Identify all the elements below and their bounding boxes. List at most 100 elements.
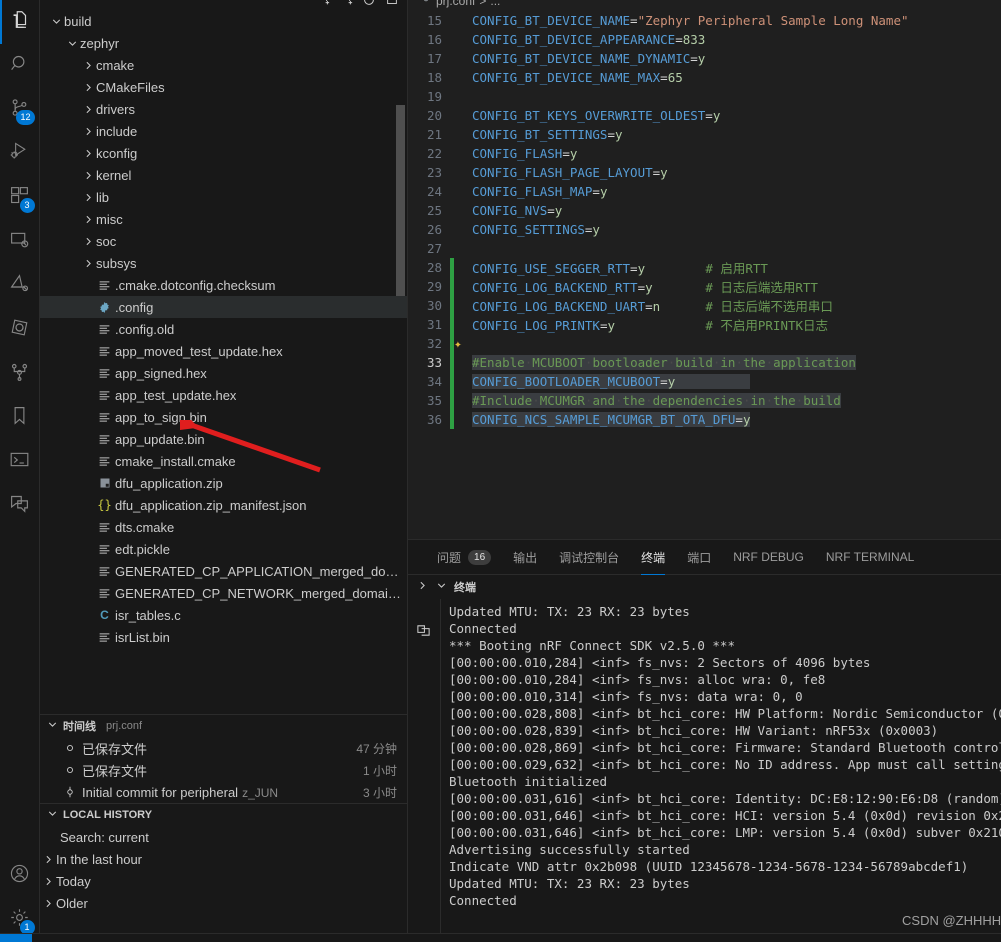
chevron-right-icon[interactable] (80, 169, 96, 182)
code-line[interactable]: 28 CONFIG_USE_SEGGER_RTT=y # 启用RTT (408, 258, 1001, 277)
activity-item-bookmarks[interactable] (0, 396, 40, 440)
status-bar[interactable] (0, 933, 1001, 942)
code-line[interactable]: 18 CONFIG_BT_DEVICE_NAME_MAX=65 (408, 68, 1001, 87)
local-history-header[interactable]: LOCAL HISTORY (40, 804, 407, 826)
code-line[interactable]: 25 CONFIG_NVS=y (408, 201, 1001, 220)
activity-item-extensions[interactable]: 3 (0, 176, 40, 220)
code-line[interactable]: 22 CONFIG_FLASH=y (408, 144, 1001, 163)
activity-item-source-control[interactable]: 12 (0, 88, 40, 132)
tree-folder-row[interactable]: kconfig (40, 142, 407, 164)
tree-file-row[interactable]: GENERATED_CP_APPLICATION_merged_domains.… (40, 560, 407, 582)
code-line[interactable]: 21 CONFIG_BT_SETTINGS=y (408, 125, 1001, 144)
timeline-row[interactable]: 已保存文件 1 小时 (40, 759, 407, 781)
activity-item-run-and-debug[interactable] (0, 132, 40, 176)
panel-tab[interactable]: 问题 16 (426, 540, 502, 575)
panel-tab[interactable]: 端口 (676, 540, 722, 575)
copilot-sparkle-icon[interactable]: ✦ (454, 337, 462, 352)
tree-file-row[interactable]: .config (40, 296, 407, 318)
chevron-right-icon[interactable] (80, 125, 96, 138)
chevron-right-icon[interactable] (80, 147, 96, 160)
tree-file-row[interactable]: {} dfu_application.zip_manifest.json (40, 494, 407, 516)
refresh-icon[interactable] (362, 0, 376, 10)
tree-file-row[interactable]: .cmake.dotconfig.checksum (40, 274, 407, 296)
activity-item-search[interactable] (0, 44, 40, 88)
tree-file-row[interactable]: dfu_application.zip (40, 472, 407, 494)
tree-file-row[interactable]: app_update.bin (40, 428, 407, 450)
collapse-all-icon[interactable] (385, 0, 399, 10)
tree-file-row[interactable]: GENERATED_CP_NETWORK_merged_domains.hex (40, 582, 407, 604)
code-line[interactable]: 26 CONFIG_SETTINGS=y (408, 220, 1001, 239)
tree-folder-row[interactable]: include (40, 120, 407, 142)
new-folder-icon[interactable] (339, 0, 353, 10)
chevron-down-icon[interactable] (64, 37, 80, 50)
code-line[interactable]: 31 CONFIG_LOG_PRINTK=y # 不启用PRINTK日志 (408, 315, 1001, 334)
code-line[interactable]: 35 #Include·MCUMGR·and·the·dependencies·i… (408, 391, 1001, 410)
activity-item-explorer[interactable] (0, 0, 40, 44)
code-line[interactable]: 16 CONFIG_BT_DEVICE_APPEARANCE=833 (408, 30, 1001, 49)
chevron-right-icon[interactable] (80, 213, 96, 226)
chevron-right-icon[interactable] (40, 875, 56, 888)
tree-file-row[interactable]: Cisr_tables.c (40, 604, 407, 626)
new-file-icon[interactable] (316, 0, 330, 10)
tree-file-row[interactable]: .config.old (40, 318, 407, 340)
split-terminal-icon[interactable] (416, 623, 431, 643)
activity-item-nrf-connect[interactable] (0, 264, 40, 308)
terminal-section-header[interactable]: 终端 (408, 575, 1001, 599)
chevron-right-icon[interactable] (80, 81, 96, 94)
tree-file-row[interactable]: app_moved_test_update.hex (40, 340, 407, 362)
panel-tab-bar[interactable]: 问题 16 输出 调试控制台 终端 端口 NRF DEBUG NRF TERMINAL (408, 540, 1001, 575)
panel-tab[interactable]: 调试控制台 (548, 540, 630, 575)
code-editor[interactable]: 15 CONFIG_BT_DEVICE_NAME="Zephyr Peripher… (408, 9, 1001, 539)
chevron-right-icon[interactable] (80, 59, 96, 72)
chevron-right-icon[interactable] (80, 191, 96, 204)
chevron-down-icon[interactable] (48, 15, 64, 28)
code-line[interactable]: 33 #Enable·MCUBOOT·bootloader·build·in·th… (408, 353, 1001, 372)
panel-tab[interactable]: NRF TERMINAL (815, 540, 925, 575)
code-line[interactable]: 27 (408, 239, 1001, 258)
tree-folder-row[interactable]: zephyr (40, 32, 407, 54)
code-line[interactable]: 19 (408, 87, 1001, 106)
timeline-header[interactable]: 时间线 prj.conf (40, 715, 407, 737)
tree-file-row[interactable]: dts.cmake (40, 516, 407, 538)
breadcrumb-file[interactable]: prj.conf (436, 0, 475, 8)
terminal-body[interactable]: Updated MTU: TX: 23 RX: 23 bytes Connecte… (408, 599, 1001, 942)
tree-folder-row[interactable]: drivers (40, 98, 407, 120)
remote-indicator[interactable] (0, 934, 32, 942)
activity-item-devicetree[interactable] (0, 352, 40, 396)
tree-folder-row[interactable]: soc (40, 230, 407, 252)
code-line[interactable]: 32 ✦ (408, 334, 1001, 353)
tree-file-row[interactable]: isrList.bin (40, 626, 407, 648)
chevron-down-icon[interactable] (435, 579, 448, 595)
activity-item-chat[interactable] (0, 484, 40, 528)
tree-file-row[interactable]: app_to_sign.bin (40, 406, 407, 428)
chevron-right-icon[interactable] (416, 579, 429, 595)
code-line[interactable]: 20 CONFIG_BT_KEYS_OVERWRITE_OLDEST=y (408, 106, 1001, 125)
panel-tab[interactable]: 输出 (502, 540, 548, 575)
code-line[interactable]: 23 CONFIG_FLASH_PAGE_LAYOUT=y (408, 163, 1001, 182)
tree-file-row[interactable]: edt.pickle (40, 538, 407, 560)
chevron-right-icon[interactable] (40, 853, 56, 866)
tree-file-row[interactable]: app_test_update.hex (40, 384, 407, 406)
code-line[interactable]: 30 CONFIG_LOG_BACKEND_UART=n # 日志后端不选用串口 (408, 296, 1001, 315)
tree-folder-row[interactable]: CMakeFiles (40, 76, 407, 98)
tree-folder-row[interactable]: build (40, 10, 407, 32)
tree-folder-row[interactable]: misc (40, 208, 407, 230)
tree-folder-row[interactable]: lib (40, 186, 407, 208)
file-tree[interactable]: build zephyr cmake CMakeFiles drivers include… (40, 10, 407, 714)
activity-item-nrf-kconfig[interactable] (0, 308, 40, 352)
code-line[interactable]: 24 CONFIG_FLASH_MAP=y (408, 182, 1001, 201)
breadcrumb-more[interactable]: ... (490, 0, 500, 8)
code-line[interactable]: 17 CONFIG_BT_DEVICE_NAME_DYNAMIC=y (408, 49, 1001, 68)
panel-tab[interactable]: 终端 (630, 540, 676, 575)
tree-folder-row[interactable]: subsys (40, 252, 407, 274)
chevron-right-icon[interactable] (80, 103, 96, 116)
code-line[interactable]: 29 CONFIG_LOG_BACKEND_RTT=y # 日志后端选用RTT (408, 277, 1001, 296)
code-line[interactable]: 34 CONFIG_BOOTLOADER_MCUBOOT=y (408, 372, 1001, 391)
tree-file-row[interactable]: cmake_install.cmake (40, 450, 407, 472)
chevron-right-icon[interactable] (80, 235, 96, 248)
chevron-right-icon[interactable] (80, 257, 96, 270)
local-history-group-row[interactable]: Today (40, 870, 407, 892)
code-line[interactable]: 36 CONFIG_NCS_SAMPLE_MCUMGR_BT_OTA_DFU=y (408, 410, 1001, 429)
tree-folder-row[interactable]: cmake (40, 54, 407, 76)
code-line[interactable]: 15 CONFIG_BT_DEVICE_NAME="Zephyr Peripher… (408, 11, 1001, 30)
